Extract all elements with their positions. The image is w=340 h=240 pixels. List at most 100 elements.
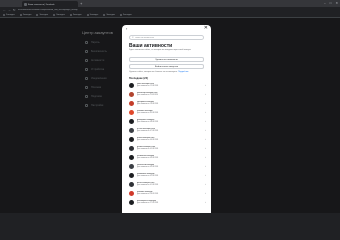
list-item-text: goldsports.example Дата активности: 08.03… <box>137 119 202 124</box>
bookmark-label: Закладка <box>89 14 99 16</box>
chevron-right-icon: › <box>205 119 206 123</box>
list-item-text: a.cam.example.com Дата активности: 07.03.… <box>137 128 202 133</box>
list-item[interactable]: goldsports.example Дата активности: 08.03… <box>129 117 206 126</box>
bookmark-item[interactable]: Закладка <box>119 14 132 16</box>
chevron-right-icon: › <box>205 173 206 177</box>
site-avatar <box>129 92 134 97</box>
bookmark-item[interactable]: Закладка <box>69 14 82 16</box>
log-out-all-button[interactable]: Выйти из всех аккаунтов <box>129 64 204 69</box>
site-avatar <box>129 137 134 142</box>
bookmark-label: Закладка <box>106 14 115 16</box>
remove-all-button[interactable]: Удалить все активности <box>129 57 204 62</box>
site-avatar <box>129 191 134 196</box>
site-avatar <box>129 200 134 205</box>
list-item-text: urbanwear.example Дата активности: 02.03.… <box>137 173 202 178</box>
list-item[interactable]: marketplace.example Дата активности: 27.0… <box>129 198 206 207</box>
activity-date: Дата активности: 04.03.2024 <box>137 157 159 159</box>
activity-date: Дата активности: 28.02.2024 <box>137 193 159 195</box>
close-window-button[interactable]: ✕ <box>335 1 338 5</box>
site-avatar <box>129 155 134 160</box>
chevron-right-icon: › <box>205 110 206 114</box>
reload-icon[interactable]: ↻ <box>13 8 16 12</box>
search-box[interactable]: ⌕ <box>129 35 204 40</box>
bookmark-item[interactable]: Закладка <box>103 14 115 16</box>
list-item[interactable]: shoesclub.example Дата активности: 03.03.… <box>129 162 206 171</box>
chevron-right-icon: › <box>205 101 206 105</box>
list-item-text: runmarket.example Дата активности: 04.03.… <box>137 155 202 160</box>
search-input[interactable] <box>134 36 195 39</box>
site-avatar <box>129 173 134 178</box>
list-item-text: sportpoint.example Дата активности: 10.03… <box>137 101 202 106</box>
bookmark-item[interactable]: Закладка <box>36 14 48 16</box>
chevron-right-icon: › <box>205 83 206 87</box>
chevron-right-icon: › <box>205 164 206 168</box>
bookmark-item[interactable]: Закладка <box>19 14 32 16</box>
list-item[interactable]: runmarket.example Дата активности: 04.03.… <box>129 153 206 162</box>
list-item[interactable]: deals.example.com Дата активности: 01.03.… <box>129 180 206 189</box>
list-item[interactable]: livestore.example Дата активности: 09.03.… <box>129 108 206 117</box>
list-item-text: marketplace.example Дата активности: 27.0… <box>137 200 202 205</box>
site-avatar <box>129 101 134 106</box>
activity-date: Дата активности: 10.03.2024 <box>137 103 159 105</box>
activity-date: Дата активности: 05.03.2024 <box>137 148 159 150</box>
bookmark-label: Закладка <box>122 14 132 16</box>
chevron-right-icon: › <box>205 191 206 195</box>
list-item[interactable]: outlet.example.com Дата активности: 06.03… <box>129 135 206 144</box>
activity-date: Дата активности: 01.03.2024 <box>137 184 159 186</box>
window-controls: – □ ✕ <box>324 1 338 5</box>
list-item[interactable]: sportpoint.example Дата активности: 10.03… <box>129 99 206 108</box>
bookmark-icon <box>86 14 89 16</box>
back-nav-icon[interactable]: ← <box>3 8 6 12</box>
forward-nav-icon[interactable]: → <box>8 8 11 12</box>
activity-list: store.example.com Дата активности: 12.03.… <box>129 81 206 207</box>
list-item[interactable]: a.cam.example.com Дата активности: 07.03.… <box>129 126 206 135</box>
site-avatar <box>129 146 134 151</box>
chevron-right-icon: › <box>205 92 206 96</box>
info-text-body: Удалите сайты, которые вы больше не испо… <box>129 71 178 73</box>
bookmark-icon <box>3 14 5 16</box>
favicon-icon <box>24 3 27 6</box>
url-field[interactable]: accountscenter.facebook.com/password_and… <box>18 9 337 11</box>
list-item[interactable]: redstore.example Дата активности: 28.02.2… <box>129 189 206 198</box>
bookmark-item[interactable]: Закладка <box>86 14 99 16</box>
activity-date: Дата активности: 09.03.2024 <box>137 112 159 114</box>
bookmark-item[interactable]: Закладка <box>53 14 65 16</box>
bookmark-label: Закладка <box>39 14 49 16</box>
list-item-text: shoesclub.example Дата активности: 03.03.… <box>137 164 202 169</box>
back-arrow-icon[interactable]: ‹ <box>126 27 127 31</box>
bookmark-icon <box>69 14 72 16</box>
activity-date: Дата активности: 02.03.2024 <box>137 175 159 177</box>
list-heading: Последние (23) <box>129 77 148 80</box>
list-item[interactable]: store.example.com Дата активности: 12.03.… <box>129 81 206 90</box>
activity-date: Дата активности: 07.03.2024 <box>137 130 159 132</box>
dialog-header: ‹ ✕ <box>122 25 211 34</box>
chevron-right-icon: › <box>205 128 206 132</box>
activity-dialog: ‹ ✕ ⌕ Ваши активности Здесь показаны сай… <box>122 25 211 213</box>
list-item-text: deals.example.com Дата активности: 01.03.… <box>137 182 202 187</box>
list-item[interactable]: nikeshop.example.com Дата активности: 11.… <box>129 90 206 99</box>
site-avatar <box>129 182 134 187</box>
list-item-text: promo.example.com Дата активности: 05.03.… <box>137 146 202 151</box>
list-item-text: livestore.example Дата активности: 09.03.… <box>137 110 202 115</box>
minimize-button[interactable]: – <box>324 1 326 5</box>
bookmark-label: Закладка <box>22 14 32 16</box>
bookmark-item[interactable]: Закладка <box>3 14 15 16</box>
activity-date: Дата активности: 08.03.2024 <box>137 121 159 123</box>
chevron-right-icon: › <box>205 182 206 186</box>
bookmark-icon <box>53 14 56 16</box>
list-item-text: outlet.example.com Дата активности: 06.03… <box>137 137 202 142</box>
activity-date: Дата активности: 03.03.2024 <box>137 166 159 168</box>
bookmark-label: Закладка <box>56 14 65 16</box>
site-avatar <box>129 83 134 88</box>
learn-more-link[interactable]: Подробнее <box>178 71 188 73</box>
activity-date: Дата активности: 27.02.2024 <box>137 202 159 204</box>
chevron-right-icon: › <box>205 146 206 150</box>
list-item[interactable]: urbanwear.example Дата активности: 02.03.… <box>129 171 206 180</box>
bookmark-label: Закладка <box>6 14 15 16</box>
close-icon[interactable]: ✕ <box>204 26 208 31</box>
activity-date: Дата активности: 11.03.2024 <box>137 94 158 96</box>
bookmark-icon <box>119 14 122 16</box>
list-item[interactable]: promo.example.com Дата активности: 05.03.… <box>129 144 206 153</box>
site-avatar <box>129 128 134 133</box>
maximize-button[interactable]: □ <box>330 1 332 5</box>
